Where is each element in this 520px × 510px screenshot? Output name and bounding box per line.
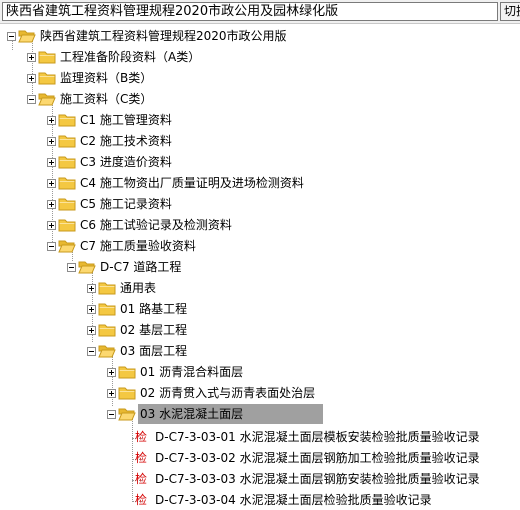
expand-toggle[interactable] xyxy=(47,200,56,209)
expand-toggle[interactable] xyxy=(27,53,36,62)
tree-node-label: 陕西省建筑工程资料管理规程2020市政公用版 xyxy=(40,29,287,43)
folder-icon xyxy=(98,281,116,295)
expand-toggle[interactable] xyxy=(87,305,96,314)
folder-icon xyxy=(98,302,116,316)
expand-toggle[interactable] xyxy=(47,221,56,230)
tree-node-label: 01 沥青混合料面层 xyxy=(140,365,244,379)
expand-toggle[interactable] xyxy=(47,158,56,167)
tree-leaf-label: D-C7-3-03-03 水泥混凝土面层钢筋安装检验批质量验收记录 xyxy=(155,472,480,486)
expand-toggle[interactable] xyxy=(87,284,96,293)
open-folder-icon xyxy=(78,260,96,274)
tree-node-label: C2 施工技术资料 xyxy=(80,134,172,148)
tree-node-label: 工程准备阶段资料（A类） xyxy=(60,50,201,64)
tree-leaf-label: D-C7-3-03-04 水泥混凝土面层检验批质量验收记录 xyxy=(155,493,432,507)
tree-node-label: 02 基层工程 xyxy=(120,323,188,337)
toolbar: 陕西省建筑工程资料管理规程2020市政公用及园林绿化版 切换 xyxy=(0,0,520,24)
tree-node-label: 02 沥青贯入式与沥青表面处治层 xyxy=(140,386,316,400)
tree-node-label: C3 进度造价资料 xyxy=(80,155,172,169)
collapse-toggle[interactable] xyxy=(27,95,36,104)
tree-node-label: C4 施工物资出厂质量证明及进场检测资料 xyxy=(80,176,304,190)
check-record-icon: 检 xyxy=(135,451,148,465)
collapse-toggle[interactable] xyxy=(47,242,56,251)
expand-toggle[interactable] xyxy=(107,389,116,398)
open-folder-icon xyxy=(58,239,76,253)
open-folder-icon xyxy=(18,29,36,43)
tree-leaf-label: D-C7-3-03-01 水泥混凝土面层模板安装检验批质量验收记录 xyxy=(155,430,480,444)
folder-icon xyxy=(38,50,56,64)
tree-node-label: 监理资料（B类） xyxy=(60,71,153,85)
expand-toggle[interactable] xyxy=(27,74,36,83)
collapse-toggle[interactable] xyxy=(107,410,116,419)
folder-icon xyxy=(118,386,136,400)
tree-node-label: 03 面层工程 xyxy=(120,344,188,358)
folder-icon xyxy=(58,155,76,169)
folder-icon xyxy=(58,134,76,148)
expand-toggle[interactable] xyxy=(87,326,96,335)
tree-node-label: C1 施工管理资料 xyxy=(80,113,172,127)
tree-node-label: C5 施工记录资料 xyxy=(80,197,172,211)
check-record-icon: 检 xyxy=(135,430,148,444)
file-tree: 陕西省建筑工程资料管理规程2020市政公用版 工程准备阶段资料（A类） 监理资料… xyxy=(0,26,520,509)
folder-icon xyxy=(98,323,116,337)
tree-line xyxy=(132,419,133,502)
collapse-toggle[interactable] xyxy=(67,263,76,272)
expand-toggle[interactable] xyxy=(47,116,56,125)
tree-node-label: 通用表 xyxy=(120,281,157,295)
folder-icon xyxy=(58,113,76,127)
collapse-toggle[interactable] xyxy=(7,32,16,41)
tree-node-label: 施工资料（C类） xyxy=(60,92,153,106)
folder-icon xyxy=(58,218,76,232)
tree-line xyxy=(112,356,113,406)
tree-node-label: C7 施工质量验收资料 xyxy=(80,239,196,253)
tree-line xyxy=(32,40,33,100)
open-folder-icon xyxy=(118,407,136,421)
folder-icon xyxy=(118,365,136,379)
check-record-icon: 检 xyxy=(135,472,148,486)
switch-button[interactable]: 切换 xyxy=(500,2,520,21)
standard-select[interactable]: 陕西省建筑工程资料管理规程2020市政公用及园林绿化版 xyxy=(2,2,498,21)
tree-line xyxy=(12,40,13,50)
open-folder-icon xyxy=(38,92,56,106)
collapse-toggle[interactable] xyxy=(87,347,96,356)
expand-toggle[interactable] xyxy=(107,368,116,377)
tree-node-label: 01 路基工程 xyxy=(120,302,188,316)
tree-node-label: D-C7 道路工程 xyxy=(100,260,182,274)
folder-icon xyxy=(38,71,56,85)
expand-toggle[interactable] xyxy=(47,179,56,188)
tree-leaf-label: D-C7-3-03-02 水泥混凝土面层钢筋加工检验批质量验收记录 xyxy=(155,451,480,465)
folder-icon xyxy=(58,176,76,190)
expand-toggle[interactable] xyxy=(47,137,56,146)
check-record-icon: 检 xyxy=(135,493,148,507)
open-folder-icon xyxy=(98,344,116,358)
tree-node-label-selected: 03 水泥混凝土面层 xyxy=(138,404,324,424)
tree-node-label: C6 施工试验记录及检测资料 xyxy=(80,218,232,232)
folder-icon xyxy=(58,197,76,211)
